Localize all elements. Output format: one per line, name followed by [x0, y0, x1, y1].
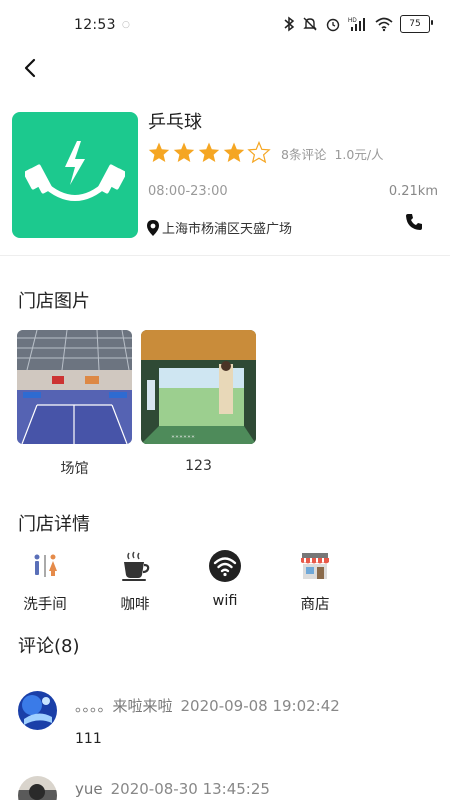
phone-icon: [406, 214, 422, 230]
avatar-image: [18, 776, 57, 800]
store-logo: [12, 112, 138, 238]
address[interactable]: 上海市杨浦区天盛广场: [146, 218, 292, 237]
photos-section-title: 门店图片: [18, 291, 90, 312]
svg-text:＊＊＊＊＊＊: ＊＊＊＊＊＊: [171, 434, 195, 439]
dumbbell-lightning-icon: [25, 141, 125, 201]
opening-hours: 08:00-23:00: [148, 184, 228, 199]
star-empty-icon: [247, 141, 271, 164]
amenity-label: 商店: [300, 597, 330, 613]
review-date: 2020-08-30 13:45:25: [110, 780, 270, 798]
status-icons: HD 75: [283, 15, 433, 33]
price-per-person: 1.0元/人: [334, 146, 384, 162]
distance: 0.21km: [388, 184, 438, 199]
review-header: 。。。。来啦来啦 2020-09-08 19:02:42: [75, 695, 340, 716]
amenity-wifi: wifi: [190, 548, 260, 609]
battery-icon: 75: [400, 15, 433, 33]
rating-row: 8条评论 1.0元/人: [147, 141, 384, 165]
mute-icon: [302, 15, 318, 33]
status-bar: 12:53 ○ HD 75: [0, 0, 450, 52]
signal-icon: HD: [348, 15, 368, 33]
avatar-image: [18, 691, 57, 730]
location-pin-icon: [147, 219, 159, 236]
details-section-title: 门店详情: [18, 514, 90, 535]
review-content: 111: [75, 731, 102, 747]
shop-icon: [297, 548, 333, 584]
photo-caption-venue: 场馆: [60, 461, 89, 477]
reviews-section-title: 评论(8): [18, 636, 80, 657]
reviewer-name: 。。。。来啦来啦: [75, 697, 173, 715]
review-header: yue 2020-08-30 13:45:25: [75, 780, 270, 798]
phone-button[interactable]: [402, 210, 426, 234]
golf-sim-photo-image: ＊＊＊＊＊＊: [141, 330, 256, 444]
star-filled-icon: [148, 142, 170, 162]
store-photo-123[interactable]: ＊＊＊＊＊＊: [141, 330, 256, 444]
review-date: 2020-09-08 19:02:42: [180, 697, 340, 715]
coffee-icon: [117, 548, 153, 584]
amenity-shop: 商店: [280, 548, 350, 614]
amenity-label: 洗手间: [23, 597, 67, 613]
venue-photo-image: [17, 330, 132, 444]
restroom-icon: [27, 548, 63, 584]
alarm-icon: [325, 15, 341, 33]
chevron-left-icon: [24, 58, 36, 78]
address-text: 上海市杨浦区天盛广场: [162, 222, 293, 237]
review-count: 8条评论: [281, 146, 327, 162]
photo-caption-123: 123: [185, 458, 212, 474]
reviewer-name: yue: [75, 780, 103, 798]
status-time: 12:53: [74, 17, 116, 33]
amenity-label: wifi: [212, 593, 238, 609]
amenity-restroom: 洗手间: [10, 548, 80, 614]
review-meta: 8条评论 1.0元/人: [281, 144, 384, 163]
avatar[interactable]: [18, 776, 57, 800]
bluetooth-icon: [283, 15, 295, 33]
avatar[interactable]: [18, 691, 57, 730]
divider: [0, 255, 450, 256]
wifi-icon: [375, 15, 393, 33]
store-name: 乒乓球: [148, 112, 202, 133]
amenity-label: 咖啡: [120, 597, 150, 613]
wifi-icon: [207, 548, 243, 584]
back-button[interactable]: [14, 52, 46, 84]
star-filled-icon: [173, 142, 195, 162]
svg-text:HD: HD: [348, 18, 357, 24]
star-rating: [147, 141, 271, 165]
star-filled-icon: [223, 142, 245, 162]
amenity-coffee: 咖啡: [100, 548, 170, 614]
star-filled-icon: [198, 142, 220, 162]
status-dot: ○: [122, 20, 130, 30]
store-photo-venue[interactable]: [17, 330, 132, 444]
